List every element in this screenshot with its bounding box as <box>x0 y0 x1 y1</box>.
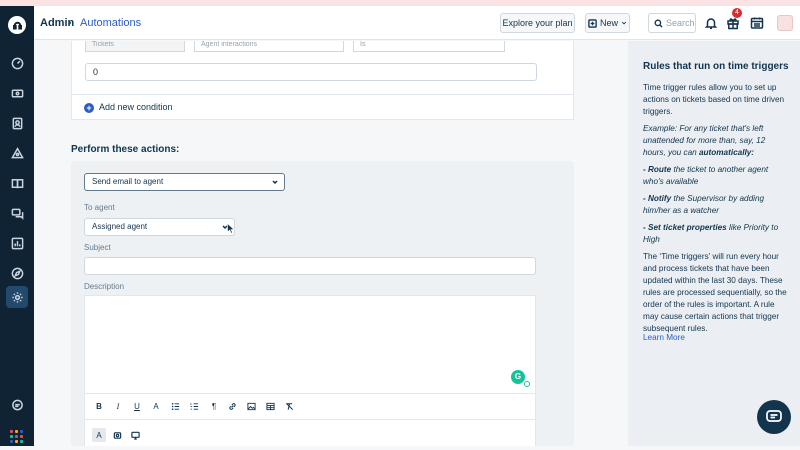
underline-button[interactable]: U <box>132 402 142 411</box>
search-button[interactable]: Search <box>648 13 696 33</box>
learn-more-link[interactable]: Learn More <box>643 332 788 344</box>
plus-circle-icon: + <box>84 103 94 113</box>
groups-icon[interactable] <box>6 142 28 164</box>
mouse-cursor-icon <box>227 223 235 234</box>
paragraph-button[interactable]: ¶ <box>209 402 219 411</box>
discover-icon[interactable] <box>6 262 28 284</box>
font-size-button[interactable]: A <box>151 402 161 411</box>
description-label: Description <box>84 282 125 291</box>
sidebar-item-notify-bold: - Notify <box>643 194 672 203</box>
chat-bubble-icon <box>766 410 782 422</box>
chevron-down-icon <box>621 21 627 25</box>
reports-icon[interactable] <box>6 232 28 254</box>
notification-badge: 4 <box>732 8 742 18</box>
to-agent-select[interactable]: Assigned agent <box>84 218 235 236</box>
chat-widget-button[interactable] <box>757 400 791 434</box>
editor-toolbar: B I U A ¶ <box>85 393 535 419</box>
bold-button[interactable]: B <box>94 402 104 411</box>
plus-square-icon <box>588 18 597 28</box>
bullet-list-icon[interactable] <box>171 402 180 411</box>
sidebar-item-notify: - Notify the Supervisor by adding him/he… <box>643 193 788 217</box>
forums-icon[interactable] <box>6 202 28 224</box>
explore-plan-button[interactable]: Explore your plan <box>500 13 575 33</box>
admin-gear-icon[interactable] <box>6 286 28 308</box>
action-type-select[interactable]: Send email to agent <box>84 173 285 191</box>
italic-button[interactable]: I <box>113 402 123 411</box>
description-editor[interactable]: G B I U A ¶ A <box>84 295 536 446</box>
to-agent-label: To agent <box>84 203 115 212</box>
breadcrumb-automations[interactable]: Automations <box>80 17 141 29</box>
sidebar-item-route: - Route the ticket to another agent who'… <box>643 164 788 188</box>
new-label: New <box>599 18 618 28</box>
bell-icon[interactable] <box>704 16 718 30</box>
condition-field-3[interactable]: Is <box>353 41 505 52</box>
logo-icon[interactable] <box>8 16 26 34</box>
tickets-icon[interactable] <box>6 82 28 104</box>
add-condition-label: Add new condition <box>99 102 173 112</box>
sidebar-item-set-bold: - Set ticket properties <box>643 223 727 232</box>
gift-icon[interactable] <box>726 16 740 30</box>
chevron-down-icon <box>272 179 278 185</box>
text-format-button[interactable]: A <box>92 428 106 442</box>
sidebar-item-set-properties: - Set ticket properties like Priority to… <box>643 222 788 246</box>
subject-label: Subject <box>84 243 111 252</box>
chat-icon[interactable] <box>6 394 28 416</box>
search-icon <box>654 18 663 28</box>
breadcrumb-separator: › <box>68 17 72 29</box>
apps-grid-icon[interactable] <box>10 430 23 443</box>
action-type-value: Send email to agent <box>92 177 164 186</box>
left-nav <box>0 6 34 446</box>
clear-format-icon[interactable] <box>285 402 294 411</box>
condition-field-1[interactable]: Tickets <box>85 41 185 52</box>
grammarly-dot-icon <box>524 381 530 387</box>
sidebar-example-bold: automatically: <box>698 148 755 157</box>
explore-plan-label: Explore your plan <box>502 18 573 28</box>
actions-panel: Send email to agent To agent Assigned ag… <box>71 161 574 446</box>
grammarly-icon[interactable]: G <box>511 370 525 384</box>
new-button[interactable]: New <box>585 13 630 33</box>
top-header: Admin › Automations Explore your plan Ne… <box>34 6 800 40</box>
help-sidebar: Rules that run on time triggers Time tri… <box>628 41 800 446</box>
to-agent-value: Assigned agent <box>92 222 148 231</box>
contacts-icon[interactable] <box>6 112 28 134</box>
avatar[interactable] <box>777 15 793 31</box>
add-condition-row[interactable]: + Add new condition <box>72 94 573 119</box>
sidebar-item-route-bold: - Route <box>643 165 672 174</box>
attachment-icon[interactable] <box>110 428 124 442</box>
canned-response-icon[interactable] <box>128 428 142 442</box>
condition-value-input[interactable]: 0 <box>85 63 537 81</box>
search-placeholder: Search <box>666 18 695 28</box>
calendar-icon[interactable] <box>750 16 764 30</box>
sidebar-intro: Time trigger rules allow you to set up a… <box>643 83 785 116</box>
condition-card: Tickets Agent interactions Is 0 + Add ne… <box>71 41 574 120</box>
dashboard-icon[interactable] <box>6 52 28 74</box>
sidebar-title: Rules that run on time triggers <box>643 61 789 72</box>
table-icon[interactable] <box>266 402 275 411</box>
sidebar-example: Example: For any ticket that's left unat… <box>643 123 788 159</box>
sidebar-body: The ‘Time triggers’ will run every hour … <box>643 252 787 333</box>
condition-field-2[interactable]: Agent interactions <box>194 41 344 52</box>
numbered-list-icon[interactable] <box>190 402 199 411</box>
image-icon[interactable] <box>247 402 256 411</box>
main-content: Tickets Agent interactions Is 0 + Add ne… <box>34 41 628 446</box>
solutions-icon[interactable] <box>6 172 28 194</box>
link-icon[interactable] <box>228 402 237 411</box>
subject-input[interactable] <box>84 257 536 275</box>
actions-section-title: Perform these actions: <box>71 144 180 155</box>
editor-secondary-toolbar: A <box>85 419 535 447</box>
